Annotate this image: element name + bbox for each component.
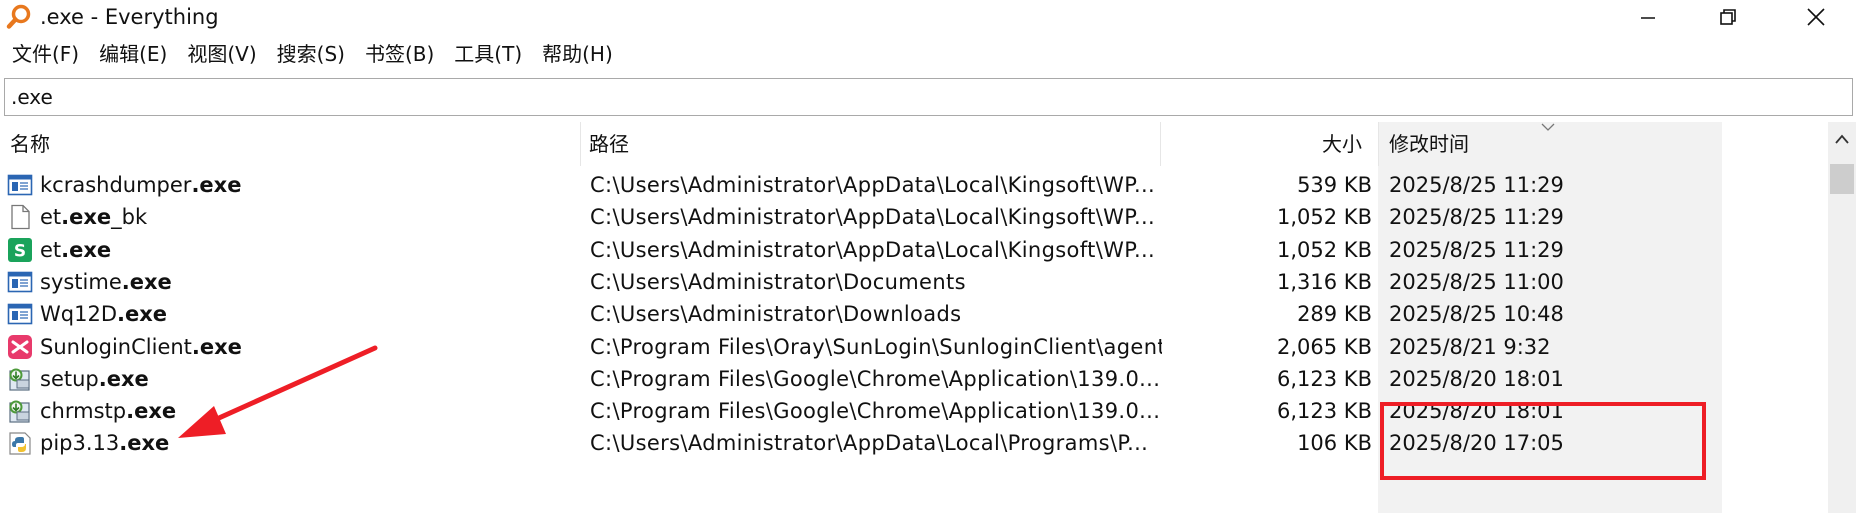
menu-edit[interactable]: 编辑(E) xyxy=(89,38,177,70)
restore-button[interactable] xyxy=(1688,0,1768,34)
column-divider[interactable] xyxy=(1160,122,1161,166)
red-arrow-icon xyxy=(178,345,378,438)
close-icon xyxy=(1807,8,1825,26)
restore-icon xyxy=(1720,9,1736,25)
file-size: 106 KB xyxy=(1297,431,1372,456)
file-name-base: kcrashdumper xyxy=(40,173,192,197)
highlight-box xyxy=(1380,402,1706,480)
file-name-base: chrmstp xyxy=(40,399,127,424)
menu-view[interactable]: 视图(V) xyxy=(177,38,266,70)
blank-file-icon xyxy=(7,204,33,230)
wps-spreadsheet-icon: S xyxy=(7,237,33,263)
menu-tools[interactable]: 工具(T) xyxy=(444,38,532,70)
close-button[interactable] xyxy=(1776,0,1856,34)
python-icon xyxy=(7,430,33,456)
installer-icon xyxy=(7,366,33,392)
menu-search[interactable]: 搜索(S) xyxy=(267,38,355,70)
minimize-icon xyxy=(1641,17,1655,19)
file-path: C:\Users\Administrator\AppData\Local\Pro… xyxy=(590,431,1149,456)
column-header-size[interactable]: 大小 xyxy=(1322,122,1362,166)
file-name-match: .exe xyxy=(119,431,170,456)
minimize-button[interactable] xyxy=(1608,0,1688,34)
file-name-base: et xyxy=(40,237,62,262)
file-name-base: Wq12D xyxy=(40,302,117,327)
svg-text:S: S xyxy=(14,241,26,261)
file-name-base: systime xyxy=(40,269,122,294)
file-name-match: .exe xyxy=(98,366,149,391)
window-title: .exe - Everything xyxy=(40,5,219,29)
file-name-match: .exe xyxy=(117,302,168,327)
scroll-up-button[interactable] xyxy=(1828,122,1856,156)
column-divider[interactable] xyxy=(580,122,581,166)
column-header-modified[interactable]: 修改时间 xyxy=(1389,122,1469,166)
file-name-match: .exe xyxy=(61,237,112,262)
file-name-suffix: _bk xyxy=(111,205,148,230)
chevron-up-icon xyxy=(1835,134,1849,144)
file-name-match: .exe xyxy=(61,205,112,230)
menu-file[interactable]: 文件(F) xyxy=(0,38,89,70)
exe-window-icon xyxy=(7,172,33,198)
search-input[interactable]: .exe xyxy=(4,78,1853,116)
file-name-base: setup xyxy=(40,366,99,391)
file-name-base: pip3.13 xyxy=(40,431,120,456)
file-name-match: .exe xyxy=(121,269,172,294)
file-name-match: .exe xyxy=(126,399,177,424)
file-name-match: .exe xyxy=(191,173,242,197)
installer-icon xyxy=(7,398,33,424)
results-list: 名称 路径 大小 修改时间 kcrashdumper.exe C:\Users\A… xyxy=(0,122,1856,513)
exe-window-icon xyxy=(7,301,33,327)
column-header-path[interactable]: 路径 xyxy=(589,122,629,166)
menu-bookmarks[interactable]: 书签(B) xyxy=(355,38,444,70)
menu-help[interactable]: 帮助(H) xyxy=(532,38,623,70)
menu-bar: 文件(F) 编辑(E) 视图(V) 搜索(S) 书签(B) 工具(T) 帮助(H… xyxy=(0,38,623,70)
column-divider[interactable] xyxy=(1378,122,1379,166)
file-name-base: et xyxy=(40,205,62,230)
exe-window-icon xyxy=(7,269,33,295)
title-bar: .exe - Everything xyxy=(0,0,1856,34)
sunlogin-icon xyxy=(7,334,33,360)
vertical-scrollbar[interactable] xyxy=(1828,122,1856,513)
magnifier-icon[interactable] xyxy=(6,4,32,30)
column-header-name[interactable]: 名称 xyxy=(10,122,50,166)
sort-descending-icon xyxy=(1541,123,1555,131)
scroll-thumb[interactable] xyxy=(1830,164,1854,194)
